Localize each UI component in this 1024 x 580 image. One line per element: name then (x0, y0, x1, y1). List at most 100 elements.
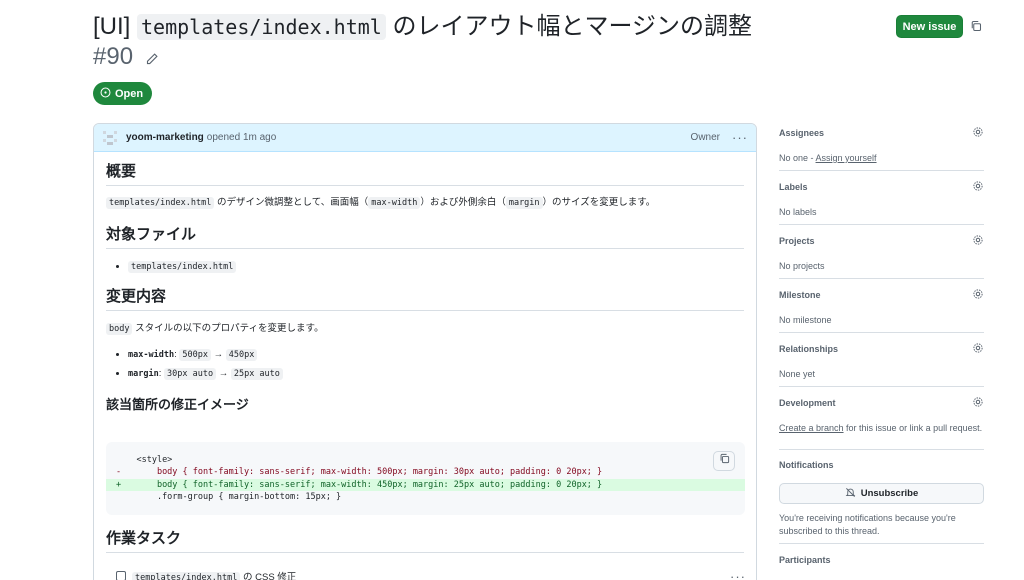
changes-intro: body スタイルの以下のプロパティを変更します。 (106, 321, 744, 337)
section-value: No milestone (779, 315, 832, 325)
issue-number: #90 (93, 43, 134, 70)
code-text: body { font-family: sans-serif; max-widt… (121, 467, 603, 478)
sidebar-milestone: Milestone No milestone (779, 288, 984, 333)
section-value: No labels (779, 207, 817, 217)
section-title: Development (779, 398, 836, 408)
text-fragment: No one - (779, 153, 816, 163)
unsubscribe-button[interactable]: Unsubscribe (779, 483, 984, 504)
sidebar-notifications-title: Notifications (779, 460, 834, 470)
kebab-icon[interactable]: ··· (732, 131, 748, 144)
gear-icon[interactable] (972, 180, 984, 194)
sidebar-labels: Labels No labels (779, 180, 984, 225)
list-item: max-width: 500px → 450px (128, 347, 744, 363)
task-checkbox[interactable] (116, 571, 126, 580)
copy-icon[interactable] (970, 19, 982, 37)
comment-action: opened (206, 132, 241, 143)
section-value: No one - Assign yourself (779, 152, 984, 165)
text-fragment: スタイルの以下のプロパティを変更します。 (132, 323, 324, 334)
inline-code: 500px (179, 349, 211, 361)
copy-icon (719, 453, 730, 468)
status-label: Open (115, 87, 144, 100)
gear-icon[interactable] (972, 396, 984, 410)
inline-code: margin (505, 197, 543, 209)
divider (779, 504, 984, 544)
inline-code: max-width (368, 197, 421, 209)
arrow: → (210, 349, 226, 360)
sidebar-development: Development Create a branch for this iss… (779, 396, 984, 450)
code-line-added: + body { font-family: sans-serif; max-wi… (106, 478, 745, 491)
list-item: margin: 30px auto → 25px auto (128, 366, 744, 382)
section-value: No projects (779, 261, 825, 271)
sidebar-participants-title: Participants (779, 555, 831, 565)
gear-icon[interactable] (972, 288, 984, 302)
overview-text: templates/index.html のデザイン微調整として、画面幅（ max… (106, 195, 744, 211)
gear-icon[interactable] (972, 342, 984, 356)
gear-icon[interactable] (972, 126, 984, 140)
heading-overview: 概要 (106, 162, 744, 186)
section-title: Relationships (779, 344, 839, 354)
avatar[interactable] (102, 130, 118, 146)
code-line-deleted: - body { font-family: sans-serif; max-wi… (106, 466, 745, 478)
code-diff-block: <style> - body { font-family: sans-serif… (106, 442, 745, 515)
bell-slash-icon (845, 487, 856, 501)
task-label: templates/index.html の CSS 修正 (132, 569, 296, 580)
comment-header: yoom-marketing opened 1m ago Owner ··· (94, 124, 756, 152)
inline-code: templates/index.html (132, 572, 241, 580)
kebab-icon[interactable]: ··· (730, 569, 746, 580)
create-branch-link[interactable]: Create a branch (779, 423, 844, 433)
section-title: Milestone (779, 290, 821, 300)
unsubscribe-label: Unsubscribe (860, 488, 919, 499)
issue-title-prefix: [UI] (93, 13, 138, 40)
section-title: Participants (779, 555, 831, 565)
list-item: templates/index.html (128, 259, 744, 275)
heading-fix-image: 該当箇所の修正イメージ (106, 397, 249, 412)
comment-time[interactable]: 1m ago (243, 132, 276, 143)
text-fragment: ）および外側余白（ (420, 197, 506, 208)
code-text: <style> (121, 455, 173, 465)
heading-target-files: 対象ファイル (106, 225, 744, 249)
issue-comment: yoom-marketing opened 1m ago Owner ··· 概… (93, 123, 757, 580)
assign-yourself-link[interactable]: Assign yourself (816, 153, 877, 163)
sidebar-assignees: Assignees No one - Assign yourself (779, 126, 984, 171)
property-name: margin (128, 369, 159, 379)
code-line: .form-group { margin-bottom: 15px; } (106, 491, 745, 503)
text-fragment: for this issue or link a pull request. (843, 423, 983, 433)
copy-code-button[interactable] (713, 451, 735, 471)
gear-icon[interactable] (972, 234, 984, 248)
inline-code: templates/index.html (106, 197, 215, 209)
inline-code: 30px auto (164, 368, 217, 380)
heading-changes: 変更内容 (106, 287, 744, 311)
code-line: <style> (106, 454, 745, 466)
issue-title-suffix: のレイアウト幅とマージンの調整 (385, 13, 753, 40)
arrow: → (216, 368, 231, 379)
heading-tasks: 作業タスク (106, 529, 744, 553)
sidebar-projects: Projects No projects (779, 234, 984, 279)
text-fragment: の CSS 修正 (240, 572, 297, 580)
comment-body-lower: 作業タスク (94, 529, 756, 563)
new-issue-button[interactable]: New issue (896, 15, 963, 38)
code-text: body { font-family: sans-serif; max-widt… (121, 479, 603, 490)
changes-list: max-width: 500px → 450px margin: 30px au… (106, 347, 744, 382)
section-title: Labels (779, 182, 808, 192)
issue-open-icon (100, 87, 111, 101)
issue-title-code: templates/index.html (137, 14, 386, 40)
comment-body: 概要 templates/index.html のデザイン微調整として、画面幅（… (94, 162, 756, 414)
sidebar-relationships: Relationships None yet (779, 342, 984, 387)
property-name: max-width (128, 350, 175, 360)
issue-title: [UI] templates/index.html のレイアウト幅とマージンの調… (93, 12, 753, 73)
section-value: Create a branch for this issue or link a… (779, 422, 984, 435)
owner-badge: Owner (690, 132, 720, 143)
comment-author[interactable]: yoom-marketing (126, 132, 204, 143)
status-badge: Open (93, 82, 153, 105)
inline-code: 450px (225, 349, 258, 361)
pencil-icon[interactable] (146, 43, 158, 73)
target-file-list: templates/index.html (106, 259, 744, 275)
section-title: Notifications (779, 460, 834, 470)
task-item: templates/index.html の CSS 修正 (116, 569, 296, 580)
section-title: Assignees (779, 128, 825, 138)
text-fragment: ）のサイズを変更します。 (542, 197, 656, 208)
inline-code: templates/index.html (128, 261, 237, 273)
text-fragment: のデザイン微調整として、画面幅（ (214, 197, 369, 208)
inline-code: body (106, 323, 133, 335)
inline-code: 25px auto (230, 368, 283, 380)
